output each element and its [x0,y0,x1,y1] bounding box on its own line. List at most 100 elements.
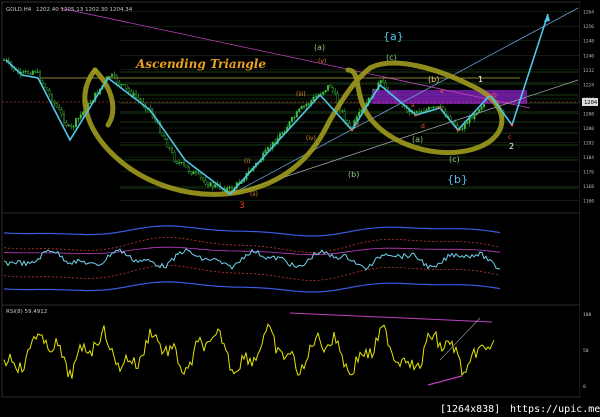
wave-pivot-dot [438,106,442,110]
candle-body [384,82,387,89]
candle-body [180,162,183,164]
wave-pivot-dot [510,123,514,127]
candle-body [27,71,30,74]
candle-body [295,111,298,118]
candle-body [22,71,25,73]
candle-body [163,135,166,140]
footer-dims: [1264x838] [440,404,500,415]
candle-body [192,171,195,175]
y-tick-label: 1200 [583,126,594,132]
candle-body [466,122,469,124]
candle-body [55,103,58,108]
candle-body [108,76,111,78]
candle-body [228,186,231,189]
wave-label-iv: (iv) [306,135,316,142]
candle-body [264,149,267,154]
candle-body [471,116,474,120]
wave-label-c2: (c) [449,155,460,164]
candle-body [175,161,178,164]
rsi-tick-label: 50 [583,348,589,354]
candle-body [60,109,63,115]
candle-body [41,80,44,84]
candle-body [427,107,430,110]
candle-body [113,74,116,77]
candle-body [139,99,142,102]
candle-body [70,124,73,127]
y-tick-label: 1232 [583,68,594,74]
candle-body [34,70,37,73]
candle-body [178,162,181,164]
candle-body [300,106,303,110]
candle-body [166,139,169,148]
candle-body [190,171,193,175]
current-price-tag: 1204 [584,100,598,106]
candle-body [432,106,435,108]
footer-site: https://upic.me/ [510,404,600,415]
candle-body [43,83,46,88]
candle-body [3,59,6,61]
wave-label-c: (c) [386,53,397,62]
candle-body [267,147,270,151]
candle-body [202,177,205,181]
candle-body [118,82,121,85]
candle-body [182,162,185,166]
y-tick-label: 1176 [583,170,594,176]
candle-body [132,93,135,97]
candle-body [79,114,82,119]
candle-body [31,70,34,75]
wave-pivot-dot [414,113,418,117]
wave-label-num-3: 3 [239,201,245,211]
wave-label-sub-b: b [493,92,497,99]
wave-label-i: (i) [244,158,250,165]
candle-body [461,128,464,130]
candle-body [312,96,315,101]
candle-body [435,106,438,108]
y-tick-label: 1192 [583,141,594,147]
wave-label-v: (v) [318,58,326,65]
wave-label-num-2: 2 [509,142,514,151]
candle-body [303,105,306,108]
candle-body [420,111,423,113]
candle-body [36,71,39,73]
y-tick-label: 1248 [583,39,594,45]
wave-label-sub-c: c [508,134,511,141]
candle-body [24,71,27,73]
candle-body [322,91,325,95]
wave-pivot-dot [456,128,460,132]
candle-body [293,116,296,119]
candle-body [120,84,123,86]
y-tick-label: 1264 [583,10,594,16]
candle-body [125,84,128,89]
candle-body [327,85,330,91]
candle-body [199,173,202,178]
candle-body [194,171,197,173]
candle-body [329,85,332,88]
candle-body [214,184,217,188]
y-tick-label: 1224 [583,82,594,88]
candle-body [346,120,349,124]
candle-body [197,172,200,175]
candle-body [343,111,346,121]
wave-label-a: (a) [314,43,325,52]
candle-body [122,84,125,86]
candle-body [315,96,318,98]
candle-body [358,112,361,117]
candle-body [415,111,418,113]
candle-body [48,90,51,95]
y-tick-label: 1208 [583,111,594,117]
y-tick-label: 1184 [583,155,594,161]
candle-body [324,90,327,93]
ohlc-header: 1202.40 1205.13 1202.30 1204.34 [36,7,133,13]
rsi-tick-label: 100 [583,312,592,318]
candle-body [209,182,212,187]
wave-label-big-b: {b} [447,173,468,186]
symbol-header: GOLD,H4 [6,7,32,13]
candle-body [74,118,77,127]
candle-body [305,104,308,107]
annotation-title: Ascending Triangle [135,57,266,71]
candle-body [89,102,92,104]
candle-body [360,109,363,113]
candle-body [51,94,54,103]
candle-body [77,117,80,120]
y-tick-label: 1160 [583,199,594,205]
